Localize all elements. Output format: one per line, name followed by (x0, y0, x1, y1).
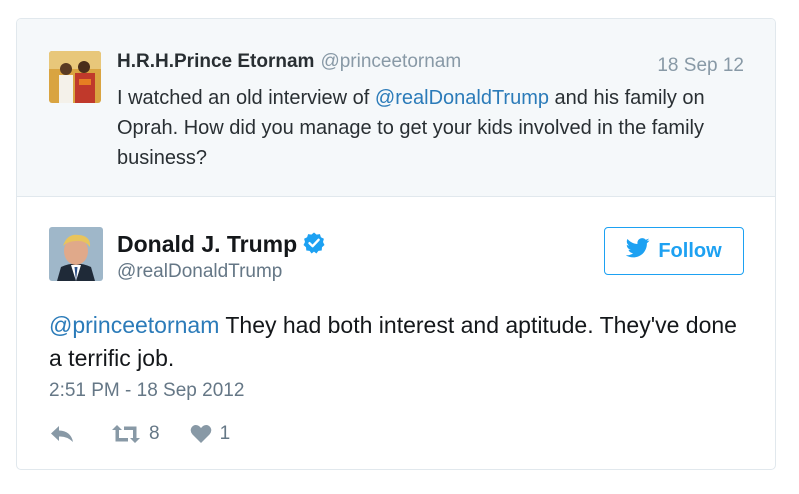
parent-author-handle[interactable]: @princeetornam (320, 51, 461, 72)
parent-author-name[interactable]: H.R.H.Prince Etornam (117, 51, 314, 72)
heart-icon (190, 424, 212, 444)
parent-mention-link[interactable]: @realDonaldTrump (375, 87, 549, 109)
parent-tweet-text: I watched an old interview of @realDonal… (117, 83, 757, 173)
retweet-icon (111, 424, 141, 444)
author-name-row[interactable]: Donald J. Trump (117, 231, 325, 260)
tweet-timestamp[interactable]: 2:51 PM - 18 Sep 2012 (49, 380, 244, 402)
tweet-mention-link[interactable]: @princeetornam (49, 312, 219, 338)
follow-label: Follow (658, 239, 722, 262)
tweet-text: @princeetornam They had both interest an… (49, 309, 749, 375)
parent-author-avatar[interactable] (49, 51, 101, 103)
retweet-count: 8 (149, 423, 160, 444)
verified-badge-icon (303, 232, 325, 260)
parent-author[interactable]: H.R.H.Prince Etornam @princeetornam (117, 51, 461, 73)
twitter-bird-icon (626, 238, 650, 264)
parent-tweet-date[interactable]: 18 Sep 12 (657, 55, 744, 77)
tweet-actions: 8 1 (49, 423, 230, 445)
reply-icon (49, 424, 75, 444)
author-name[interactable]: Donald J. Trump (117, 231, 297, 257)
author-handle[interactable]: @realDonaldTrump (117, 261, 282, 283)
follow-button[interactable]: Follow (604, 227, 744, 275)
reply-button[interactable] (49, 424, 75, 444)
like-count: 1 (219, 423, 231, 444)
author-avatar[interactable] (49, 227, 103, 281)
parent-text-before: I watched an old interview of (117, 87, 375, 109)
like-button[interactable]: 1 (190, 423, 231, 445)
embedded-tweet-card: H.R.H.Prince Etornam @princeetornam 18 Se… (16, 18, 776, 470)
retweet-button[interactable]: 8 (111, 423, 160, 445)
parent-tweet[interactable]: H.R.H.Prince Etornam @princeetornam 18 Se… (17, 19, 775, 197)
